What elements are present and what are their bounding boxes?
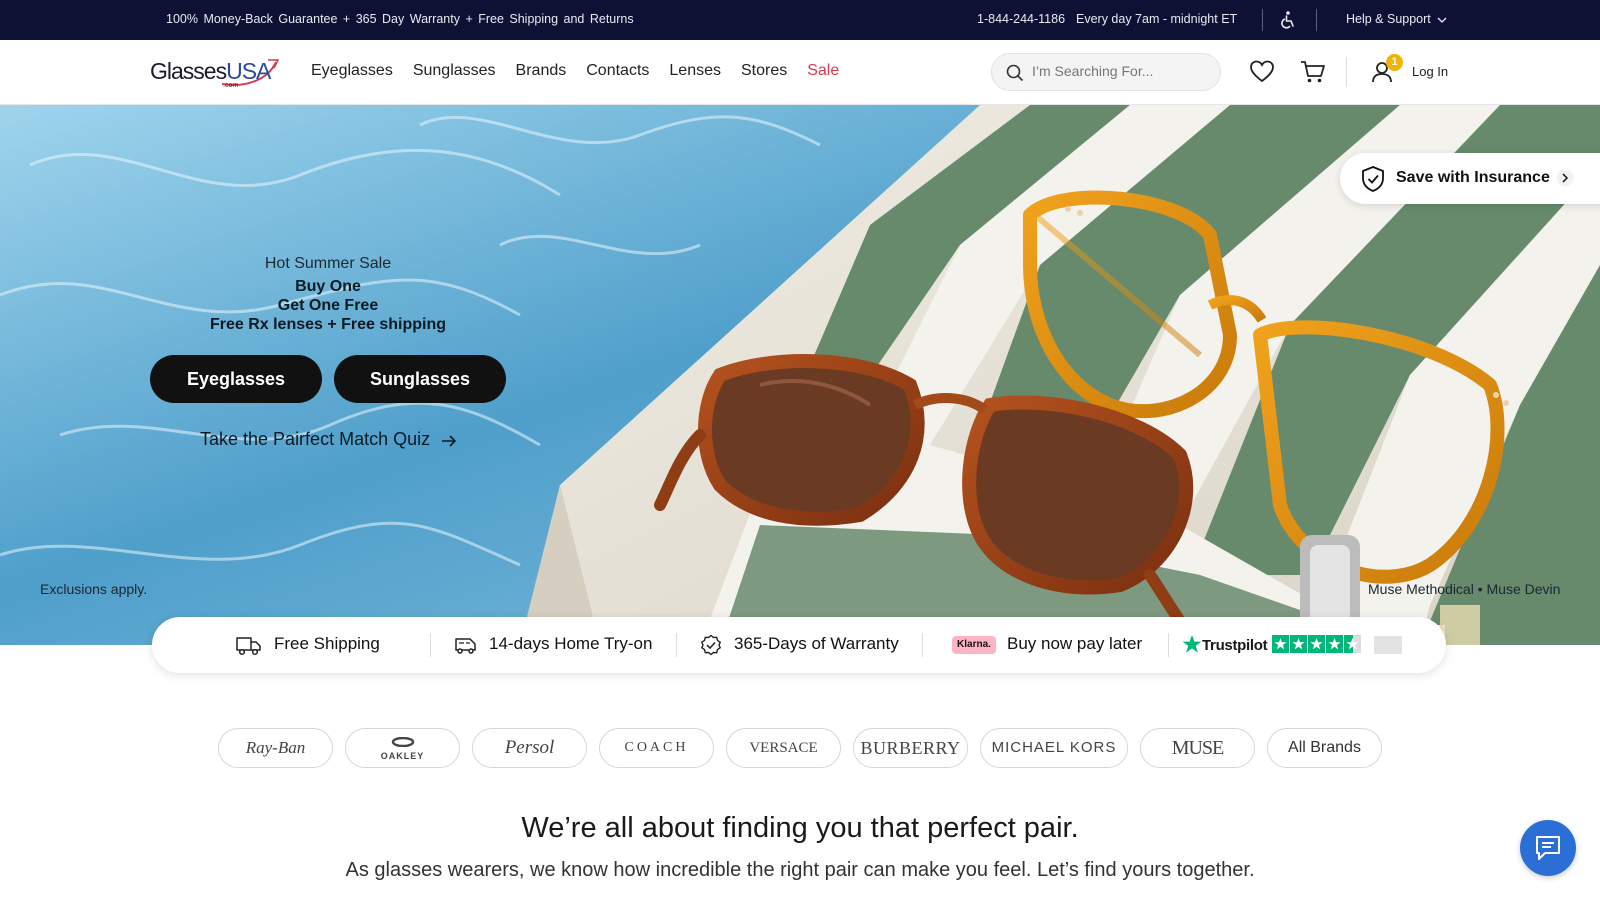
divider (1346, 57, 1347, 87)
hero-offer-line-3: Free Rx lenses + Free shipping (209, 316, 447, 333)
warranty-label: 365-Days of Warranty (734, 634, 899, 653)
value-props-bar: Free Shipping 14-days Home Try-on 365-Da… (152, 617, 1446, 673)
oakley-ellipse-icon (391, 736, 414, 748)
hero-copy: Hot Summer Sale Buy One Get One Free Fre… (150, 255, 506, 334)
trustpilot-score-placeholder (1374, 636, 1402, 654)
divider (676, 633, 677, 657)
divider (1168, 633, 1169, 657)
van-icon (455, 638, 476, 654)
brand-rayban[interactable]: Ray-Ban (218, 728, 333, 768)
product-credits: Muse Methodical • Muse Devin (1368, 581, 1561, 597)
login-link[interactable]: Log In (1412, 64, 1448, 79)
intro-subline: As glasses wearers, we know how incredib… (345, 859, 1255, 881)
home-try-on-label: 14-days Home Try-on (489, 634, 653, 653)
brand-versace[interactable]: VERSACE (726, 728, 841, 768)
brand-coach[interactable]: COACH (599, 728, 714, 768)
divider (1262, 9, 1263, 31)
trustpilot-star-icon (1182, 635, 1202, 653)
glassesusa-logo[interactable]: GlassesUSA .com (150, 54, 280, 92)
nav-sunglasses[interactable]: Sunglasses (413, 62, 496, 80)
logo-suffix: .com (223, 82, 239, 89)
quiz-link[interactable]: Take the Pairfect Match Quiz (200, 429, 430, 450)
insurance-label: Save with Insurance (1396, 169, 1550, 186)
hero-offer-line-1: Buy One (295, 278, 361, 295)
nav-brands[interactable]: Brands (516, 62, 567, 80)
brand-oakley[interactable]: OAKLEY (345, 728, 460, 768)
shop-eyeglasses-button[interactable]: Eyeglasses (150, 355, 322, 403)
search-icon (1006, 64, 1024, 82)
announcement-bar: 100% Money-Back Guarantee + 365 Day Warr… (0, 0, 1600, 40)
brand-muse[interactable]: MUSE (1140, 728, 1255, 768)
logo-wordmark: GlassesUSA (150, 58, 271, 84)
buy-now-pay-later-label: Buy now pay later (1007, 634, 1143, 653)
nav-sale[interactable]: Sale (807, 62, 839, 80)
promo-text: 100% Money-Back Guarantee + 365 Day Warr… (166, 12, 634, 26)
phone-link[interactable]: 1-844-244-1186 (977, 12, 1065, 26)
all-brands-button[interactable]: All Brands (1267, 728, 1382, 768)
intro-headline: We’re all about finding you that perfect… (521, 812, 1079, 844)
search-input[interactable] (1032, 63, 1212, 79)
support-hours: Every day 7am - midnight ET (1076, 12, 1238, 26)
chevron-right-icon (1556, 169, 1574, 187)
brand-michael-kors[interactable]: MICHAEL KORS (980, 728, 1128, 768)
trustpilot-wordmark[interactable]: Trustpilot (1202, 637, 1268, 654)
cart-icon[interactable] (1300, 59, 1326, 85)
trustpilot-rating[interactable] (1272, 635, 1362, 653)
nav-stores[interactable]: Stores (741, 62, 787, 80)
search-box[interactable] (991, 53, 1221, 91)
main-nav: Eyeglasses Sunglasses Brands Contacts Le… (311, 62, 859, 80)
nav-eyeglasses[interactable]: Eyeglasses (311, 62, 393, 80)
hero-offer-line-2: Get One Free (277, 297, 379, 314)
chat-button[interactable] (1520, 820, 1576, 876)
save-with-insurance-button[interactable]: Save with Insurance (1340, 153, 1600, 204)
brand-persol[interactable]: Persol (472, 728, 587, 768)
nav-contacts[interactable]: Contacts (586, 62, 649, 80)
nav-lenses[interactable]: Lenses (669, 62, 721, 80)
hero-kicker: Hot Summer Sale (264, 255, 392, 272)
cart-count-badge: 1 (1386, 54, 1403, 71)
heart-icon[interactable] (1249, 59, 1275, 85)
accessibility-icon[interactable] (1278, 10, 1298, 30)
divider (430, 633, 431, 657)
klarna-logo: Klarna. (952, 636, 996, 654)
divider (1316, 9, 1317, 31)
chevron-down-icon[interactable] (1436, 14, 1448, 26)
badge-check-icon (700, 634, 722, 656)
arrow-right-icon[interactable] (441, 433, 457, 449)
site-header: GlassesUSA .com Eyeglasses Sunglasses Br… (0, 40, 1600, 105)
chat-icon (1536, 836, 1560, 860)
shop-sunglasses-button[interactable]: Sunglasses (334, 355, 506, 403)
exclusions-note: Exclusions apply. (40, 581, 148, 597)
truck-icon (236, 637, 261, 656)
shield-icon (1362, 166, 1384, 192)
divider (922, 633, 923, 657)
brand-pills: Ray-Ban OAKLEY Persol COACH VERSACE BURB… (0, 728, 1600, 768)
brand-burberry[interactable]: BURBERRY (853, 728, 968, 768)
free-shipping-label: Free Shipping (274, 634, 380, 653)
help-support-menu[interactable]: Help & Support (1346, 12, 1431, 26)
